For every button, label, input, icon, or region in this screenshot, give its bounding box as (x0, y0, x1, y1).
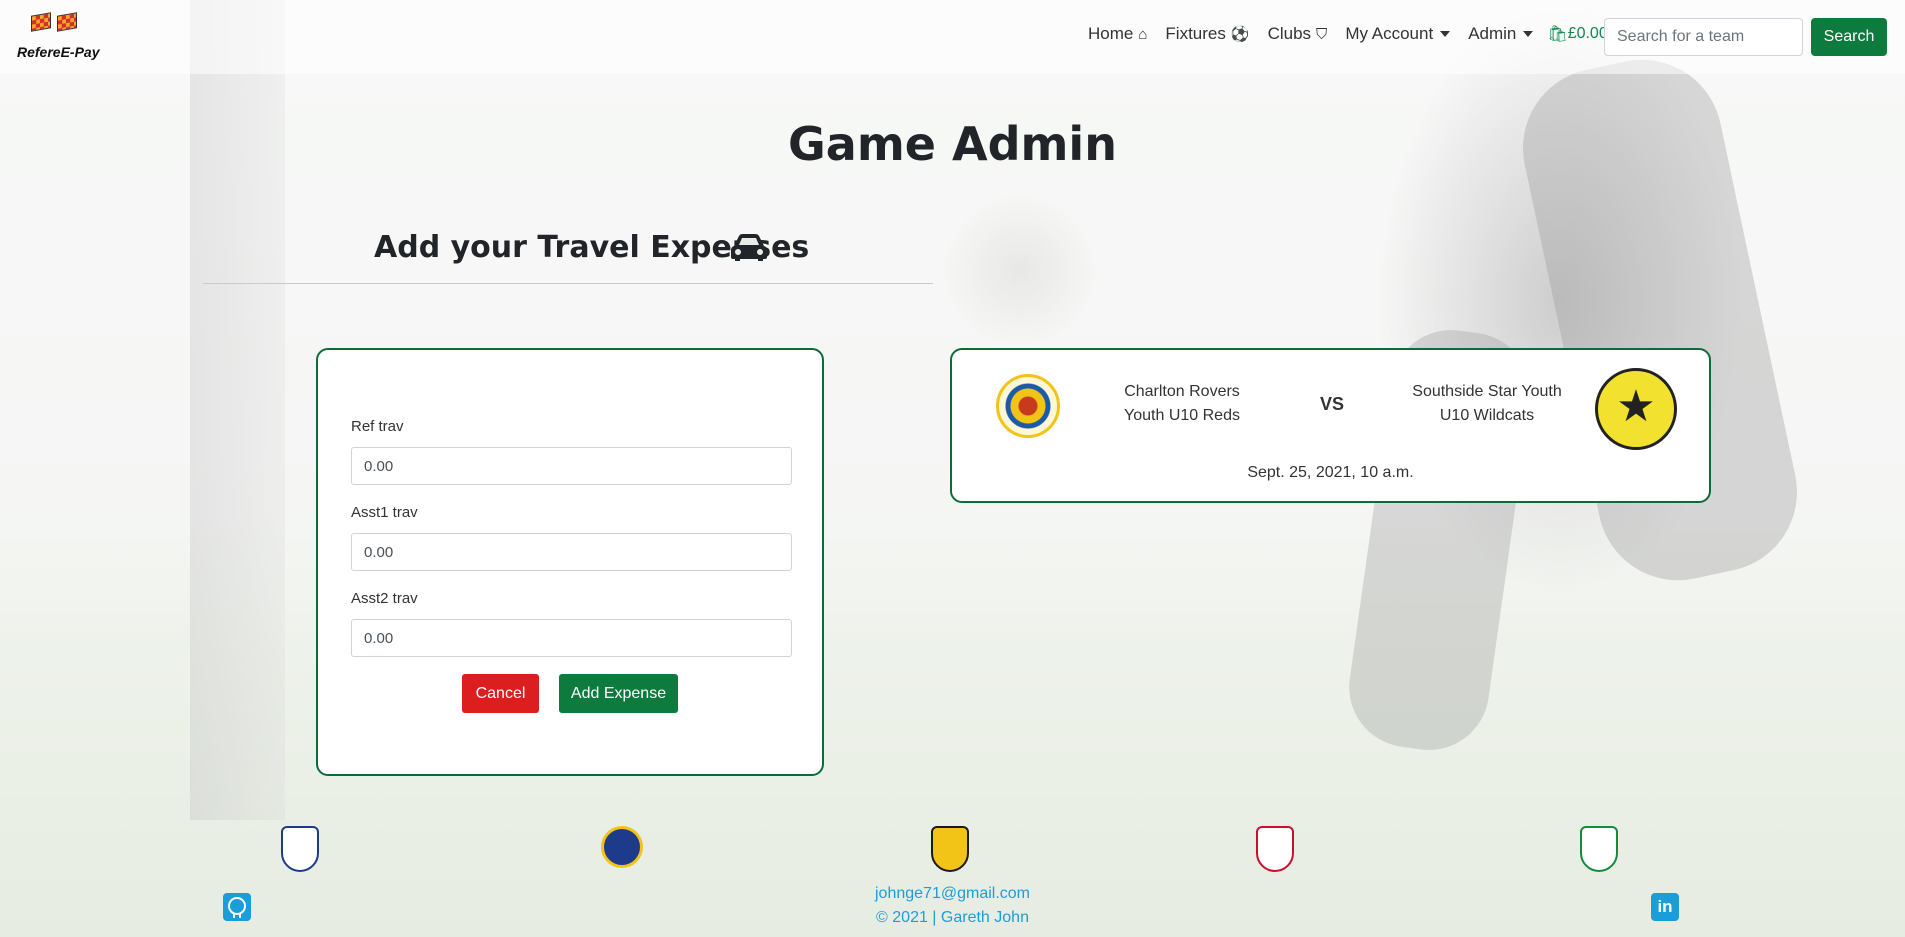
nav-fixtures[interactable]: Fixtures ⚽ (1165, 24, 1249, 44)
asst2-trav-label: Asst2 trav (351, 590, 418, 607)
footer-copyright-text: 2021 | Gareth John (892, 909, 1029, 926)
cancel-button[interactable]: Cancel (462, 674, 539, 713)
copyright-icon: © (876, 909, 888, 926)
home-team-name-line2: Youth U10 Reds (1124, 407, 1240, 424)
search-input[interactable] (1604, 18, 1803, 56)
home-team-name-line1: Charlton Rovers (1124, 383, 1240, 400)
shopping-bag-icon: 🛍︎ (1547, 26, 1568, 43)
football-icon: ⚽ (1230, 26, 1250, 43)
nav-admin-dropdown[interactable]: Admin (1468, 24, 1534, 44)
asst2-trav-input[interactable] (351, 619, 792, 657)
northern-ireland-fa-badge (601, 826, 643, 874)
section-divider (203, 283, 933, 284)
away-team-crest: ★ (1595, 368, 1677, 450)
brand-logo[interactable]: RefereE-Pay (17, 12, 107, 62)
home-team-crest (996, 374, 1060, 438)
ireland-fai-badge (1578, 826, 1620, 874)
fixture-card: Charlton Rovers Youth U10 Reds VS Souths… (950, 348, 1711, 503)
versus-label: VS (1320, 394, 1345, 414)
brand-name: RefereE-Pay (17, 44, 100, 60)
scotland-fa-badge (929, 826, 971, 874)
footer-copyright: © 2021 | Gareth John (0, 909, 1905, 927)
asst1-trav-input[interactable] (351, 533, 792, 571)
star-icon: ★ (1616, 382, 1656, 431)
chevron-down-icon (1440, 31, 1451, 37)
home-team-name: Charlton Rovers Youth U10 Reds (1112, 380, 1252, 428)
add-expense-button[interactable]: Add Expense (559, 674, 678, 713)
nav-clubs-label: Clubs (1267, 24, 1312, 43)
nav-my-account-label: My Account (1345, 24, 1434, 43)
shield-icon: ⛉ (1316, 25, 1328, 43)
car-icon (731, 234, 767, 261)
nav-home-label: Home (1088, 24, 1134, 43)
search-button[interactable]: Search (1811, 18, 1887, 56)
page-title: Game Admin (788, 117, 1117, 171)
wales-fa-badge (1254, 826, 1296, 874)
nav-my-account-dropdown[interactable]: My Account (1345, 24, 1451, 44)
travel-expense-form: Ref trav Asst1 trav Asst2 trav Cancel Ad… (316, 348, 824, 776)
match-date: Sept. 25, 2021, 10 a.m. (1247, 464, 1414, 481)
nav-admin-label: Admin (1468, 24, 1517, 43)
asst1-trav-label: Asst1 trav (351, 504, 418, 521)
ref-trav-label: Ref trav (351, 418, 404, 435)
nav-clubs[interactable]: Clubs ⛉ (1268, 24, 1328, 44)
away-team-name-line1: Southside Star Youth (1412, 383, 1562, 400)
away-team-name: Southside Star Youth U10 Wildcats (1402, 380, 1572, 428)
navbar: RefereE-Pay Home ⌂ Fixtures ⚽ Clubs ⛉ My… (0, 0, 1905, 74)
checkered-flags-icon (31, 12, 83, 32)
england-fa-badge (279, 826, 321, 874)
ref-trav-input[interactable] (351, 447, 792, 485)
nav-fixtures-label: Fixtures (1165, 24, 1226, 43)
nav-home[interactable]: Home ⌂ (1088, 24, 1147, 44)
linkedin-icon[interactable]: in (1651, 893, 1679, 921)
home-icon: ⌂ (1138, 25, 1148, 43)
chevron-down-icon (1523, 31, 1534, 37)
footer-email-link[interactable]: johnge71@gmail.com (0, 885, 1905, 903)
away-team-name-line2: U10 Wildcats (1439, 407, 1535, 424)
basket-total: £0.00 (1567, 25, 1608, 42)
nav-basket[interactable]: 🛍︎ £0.00 (1547, 24, 1607, 44)
nav-links: Home ⌂ Fixtures ⚽ Clubs ⛉ My Account Adm… (1088, 24, 1626, 44)
